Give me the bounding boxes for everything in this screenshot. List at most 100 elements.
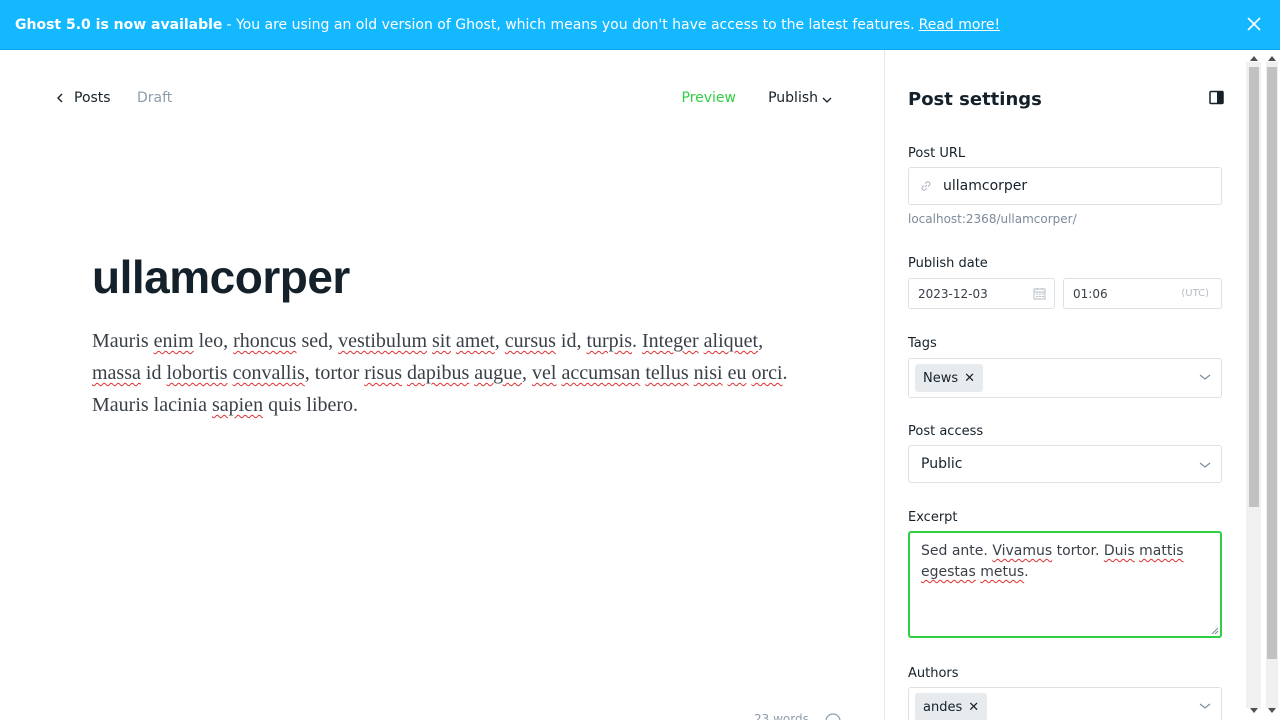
page-scrollbar-thumb[interactable] — [1267, 67, 1277, 659]
publish-date-label: Publish date — [908, 256, 988, 271]
help-icon[interactable] — [825, 713, 841, 720]
chevron-left-icon — [57, 93, 63, 103]
misspelled-word: sapien — [211, 394, 264, 416]
post-access-select[interactable]: Public — [908, 445, 1222, 483]
body-text: quis libero. — [263, 394, 359, 416]
post-url-input[interactable]: ullamcorper — [908, 167, 1222, 205]
chevron-down-icon — [1199, 462, 1211, 468]
close-icon[interactable] — [1246, 16, 1262, 32]
excerpt-text: Sed ante. Vivamus tortor. Duis mattis eg… — [921, 543, 1184, 580]
misspelled-word: risus — [364, 362, 403, 384]
body-text: , — [522, 362, 533, 384]
remove-tag-icon[interactable]: ✕ — [964, 371, 975, 386]
misspelled-word: mattis — [1139, 543, 1184, 559]
body-text: sed, — [296, 330, 339, 352]
misspelled-word: convallis — [232, 362, 305, 384]
post-body[interactable]: Mauris enim leo, rhoncus sed, vestibulum… — [92, 325, 792, 421]
misspelled-word: orci — [751, 362, 783, 384]
body-text: , — [494, 330, 505, 352]
link-icon — [921, 181, 931, 191]
time-value: 01:06 — [1073, 286, 1108, 301]
excerpt-word: Sed — [921, 543, 948, 559]
chevron-down-icon[interactable] — [1199, 373, 1211, 381]
post-url-value: ullamcorper — [943, 178, 1028, 194]
authors-label: Authors — [908, 666, 959, 681]
misspelled-word: turpis — [586, 330, 633, 352]
misspelled-word: cursus — [504, 330, 556, 352]
misspelled-word: Duis — [1103, 543, 1135, 559]
misspelled-word: enim — [153, 330, 194, 352]
back-to-posts-link[interactable]: Posts — [56, 90, 111, 106]
post-access-value: Public — [921, 456, 963, 472]
sidebar-toggle-icon[interactable] — [1209, 90, 1225, 106]
post-url-hint: localhost:2368/ullamcorper/ — [908, 212, 1077, 226]
misspelled-word: Vivamus — [992, 543, 1053, 559]
date-value: 2023-12-03 — [918, 286, 988, 301]
misspelled-word: sit — [432, 330, 451, 352]
misspelled-word: eu — [727, 362, 747, 384]
excerpt-word: ante — [951, 543, 984, 559]
authors-input[interactable]: andes ✕ — [908, 687, 1222, 720]
post-access-label: Post access — [908, 424, 984, 439]
excerpt-word: . — [1024, 564, 1029, 580]
body-text: id, — [555, 330, 587, 352]
misspelled-word: lobortis — [166, 362, 228, 384]
misspelled-word: dapibus — [407, 362, 470, 384]
panel-scrollbar-thumb[interactable] — [1249, 67, 1259, 507]
post-settings-panel: Post settings Post URL ullamcorper local… — [885, 50, 1246, 720]
publish-label: Publish — [768, 90, 818, 106]
tags-input[interactable]: News ✕ — [908, 358, 1222, 398]
body-text: , tortor — [304, 362, 365, 384]
excerpt-word: tortor — [1056, 543, 1095, 559]
excerpt-label: Excerpt — [908, 510, 958, 525]
publish-button[interactable]: Publish — [768, 90, 832, 106]
publish-date-input[interactable]: 2023-12-03 — [908, 278, 1055, 309]
editor-topnav: Posts Draft Preview Publish — [56, 90, 832, 110]
misspelled-word: egestas — [921, 564, 976, 580]
preview-button[interactable]: Preview — [682, 90, 737, 106]
editor-pane: Posts Draft Preview Publish ullamcorper … — [0, 50, 884, 720]
read-more-link[interactable]: Read more! — [919, 17, 1001, 33]
panel-title: Post settings — [908, 89, 1042, 110]
misspelled-word: tellus — [645, 362, 689, 384]
body-text: id — [140, 362, 167, 384]
author-token: andes ✕ — [915, 693, 988, 720]
misspelled-word: massa — [92, 362, 141, 384]
misspelled-word: accumsan — [561, 362, 641, 384]
author-label: andes — [923, 699, 963, 715]
scroll-up-arrow-icon[interactable] — [1250, 56, 1258, 61]
chevron-down-icon[interactable] — [1199, 702, 1211, 710]
misspelled-word: Integer — [642, 330, 699, 352]
misspelled-word: amet — [455, 330, 495, 352]
scroll-down-arrow-icon[interactable] — [1250, 708, 1258, 713]
word-count: 23 words — [754, 712, 809, 720]
tag-label: News — [923, 370, 959, 386]
misspelled-word: augue — [474, 362, 523, 384]
misspelled-word: nisi — [693, 362, 723, 384]
update-banner: Ghost 5.0 is now available - You are usi… — [0, 0, 1280, 50]
excerpt-textarea[interactable]: Sed ante. Vivamus tortor. Duis mattis eg… — [908, 531, 1222, 638]
tag-token: News ✕ — [915, 364, 984, 392]
remove-author-icon[interactable]: ✕ — [968, 700, 979, 715]
post-status: Draft — [137, 90, 173, 106]
resize-handle-icon[interactable] — [1211, 627, 1219, 635]
banner-headline: Ghost 5.0 is now available — [15, 16, 223, 33]
body-text: leo, — [193, 330, 234, 352]
body-text: , — [758, 330, 764, 352]
misspelled-word: vel — [532, 362, 557, 384]
calendar-icon — [1033, 288, 1046, 300]
scroll-down-arrow-icon[interactable] — [1268, 708, 1276, 713]
publish-time-input[interactable]: 01:06 (UTC) — [1063, 278, 1222, 309]
misspelled-word: rhoncus — [233, 330, 297, 352]
misspelled-word: aliquet — [703, 330, 759, 352]
misspelled-word: vestibulum — [338, 330, 427, 352]
chevron-down-icon — [822, 97, 832, 103]
scroll-up-arrow-icon[interactable] — [1268, 56, 1276, 61]
misspelled-word: metus — [980, 564, 1025, 580]
timezone-label: (UTC) — [1181, 288, 1209, 299]
tags-label: Tags — [908, 336, 937, 351]
back-label: Posts — [74, 90, 111, 106]
body-text: Mauris — [92, 330, 154, 352]
post-title[interactable]: ullamcorper — [92, 250, 350, 304]
post-url-label: Post URL — [908, 146, 966, 161]
